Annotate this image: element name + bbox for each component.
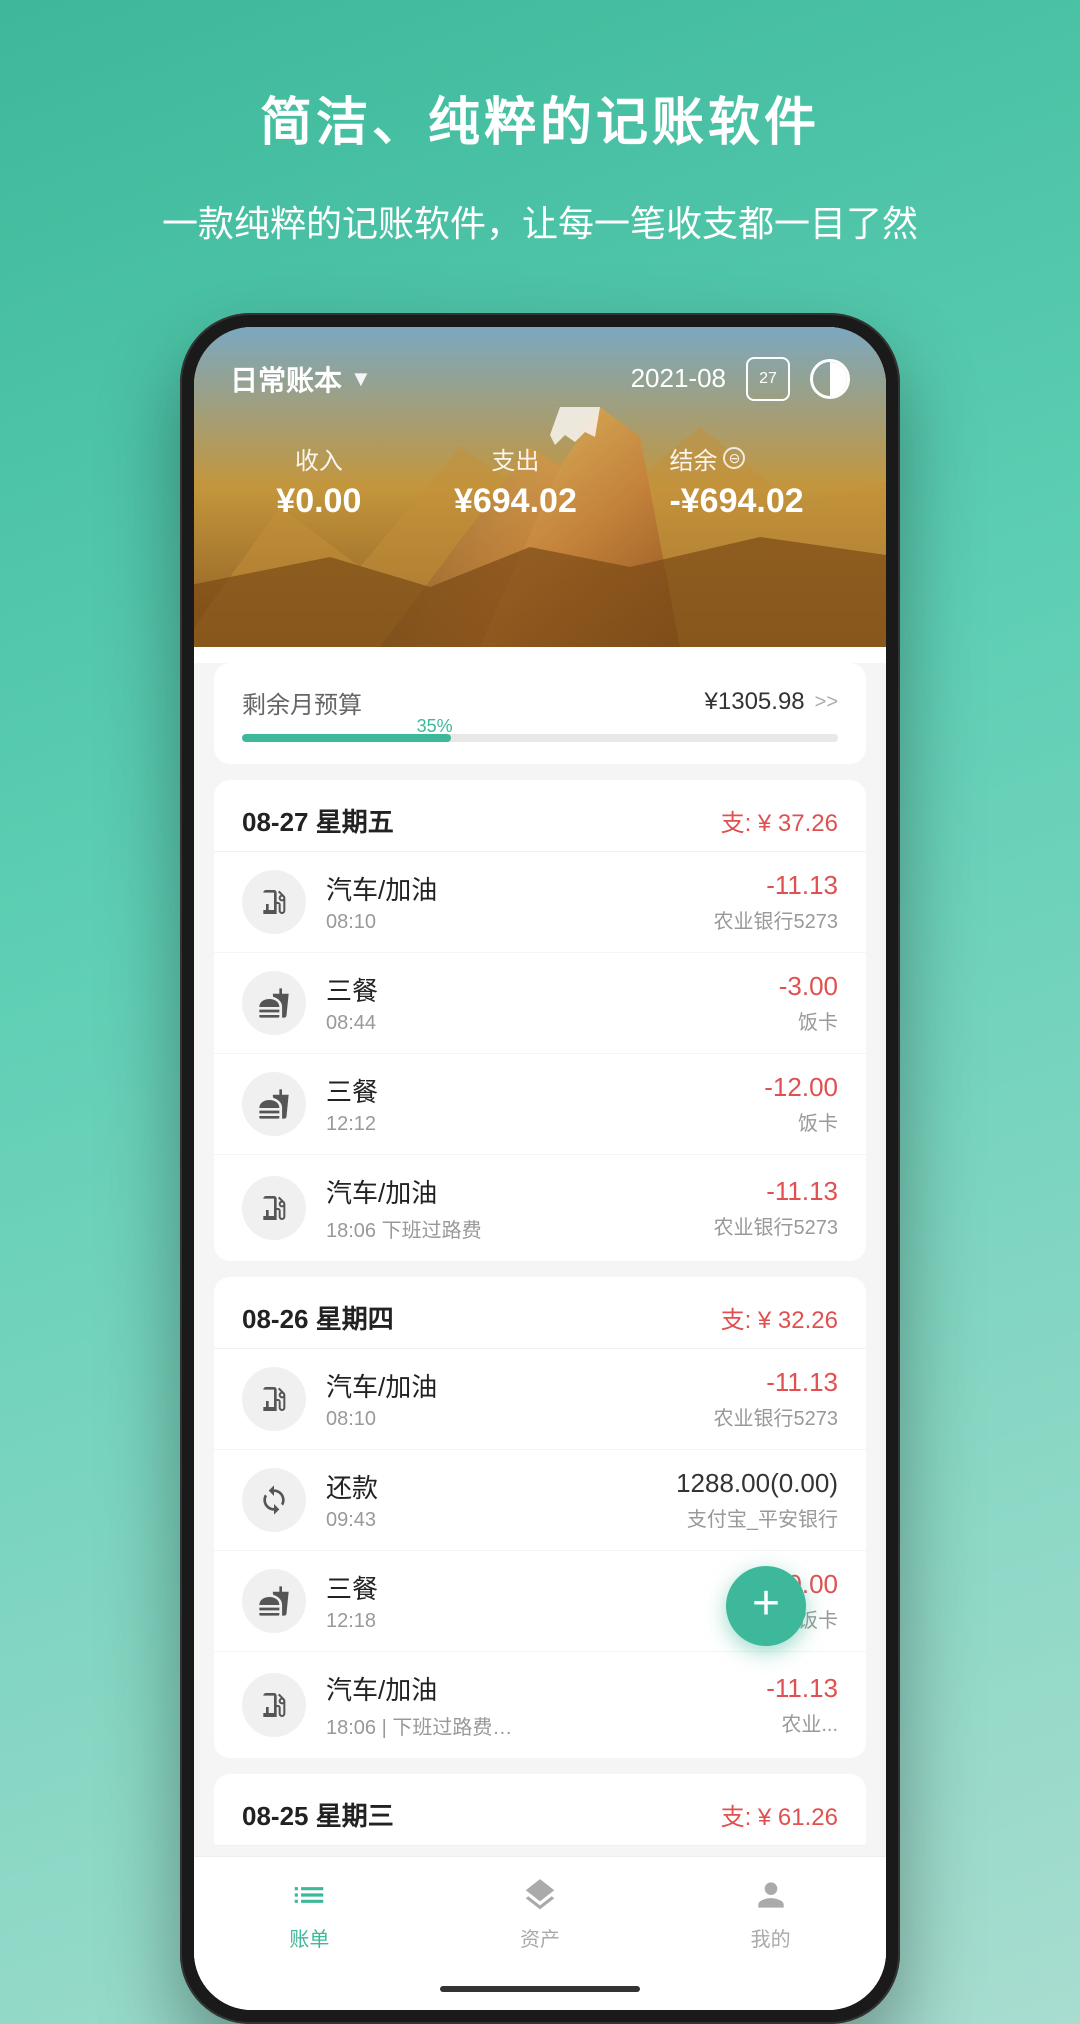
tx-info: 还款 09:43 [326, 1468, 676, 1532]
fuel-icon [242, 870, 306, 934]
day-total-2: 支: ¥ 61.26 [721, 1797, 838, 1832]
tx-info: 汽车/加油 18:06 | 下班过路费测试... . . . . . . . . [326, 1670, 766, 1740]
food-icon [242, 971, 306, 1035]
balance-info-icon: ⊖ [723, 447, 745, 469]
home-bar [440, 1986, 640, 1992]
layers-icon [518, 1873, 562, 1917]
fuel-icon [242, 1367, 306, 1431]
tx-right: -11.13 农业银行5273 [714, 1176, 839, 1240]
page-headline: 简洁、纯粹的记账软件 [260, 80, 820, 155]
day-label-2: 08-25 星期三 [242, 1796, 394, 1833]
transaction-item[interactable]: 汽车/加油 18:06 | 下班过路费测试... . . . . . . . .… [214, 1652, 866, 1758]
food-icon [242, 1072, 306, 1136]
screen-header: 日常账本 ▼ 2021-08 27 收入 [194, 327, 886, 647]
fuel-icon [242, 1176, 306, 1240]
budget-fill: 35% [242, 734, 451, 742]
budget-chevron: >> [815, 691, 838, 714]
tx-info: 三餐 08:44 [326, 971, 779, 1035]
nav-item-assets[interactable]: 资产 [425, 1873, 656, 1952]
phone-mockup: 日常账本 ▼ 2021-08 27 收入 [180, 313, 900, 2024]
transfer-icon [242, 1468, 306, 1532]
month-display: 2021-08 [631, 363, 726, 394]
transaction-item[interactable]: 三餐 12:12 -12.00 饭卡 [214, 1054, 866, 1155]
budget-percent: 35% [417, 716, 453, 737]
food-icon [242, 1569, 306, 1633]
add-transaction-button[interactable]: + [726, 1566, 806, 1646]
home-indicator [194, 1976, 886, 2010]
bottom-nav: 账单 资产 [194, 1856, 886, 1976]
day-header-1: 08-26 星期四 支: ¥ 32.26 [214, 1277, 866, 1349]
pie-chart-icon[interactable] [810, 359, 850, 399]
day-total-0: 支: ¥ 37.26 [721, 803, 838, 838]
account-dropdown-arrow: ▼ [350, 366, 372, 392]
account-name[interactable]: 日常账本 ▼ [230, 359, 372, 399]
list-icon [287, 1873, 331, 1917]
budget-bar: 35% [242, 734, 838, 742]
tx-right: 1288.00(0.00) 支付宝_平安银行 [676, 1468, 838, 1532]
transaction-group-2: 08-25 星期三 支: ¥ 61.26 [214, 1774, 866, 1846]
budget-card[interactable]: 剩余月预算 ¥1305.98 >> 35% [214, 663, 866, 764]
fuel-icon [242, 1673, 306, 1737]
transaction-item[interactable]: 汽车/加油 18:06 下班过路费 -11.13 农业银行5273 [214, 1155, 866, 1261]
tx-info: 汽车/加油 08:10 [326, 1367, 714, 1431]
nav-item-ledger[interactable]: 账单 [194, 1873, 425, 1952]
nav-item-profile[interactable]: 我的 [655, 1873, 886, 1952]
calendar-icon[interactable]: 27 [746, 357, 790, 401]
person-icon [749, 1873, 793, 1917]
nav-label-profile: 我的 [751, 1923, 791, 1952]
add-icon: + [752, 1580, 780, 1628]
day-header-2: 08-25 星期三 支: ¥ 61.26 [214, 1774, 866, 1846]
tx-info: 三餐 12:12 [326, 1072, 764, 1136]
tx-info: 汽车/加油 08:10 [326, 870, 714, 934]
transaction-item[interactable]: 汽车/加油 08:10 -11.13 农业银行5273 [214, 1349, 866, 1450]
phone-frame: 日常账本 ▼ 2021-08 27 收入 [180, 313, 900, 2024]
screen-body: 剩余月预算 ¥1305.98 >> 35% [194, 663, 886, 2010]
nav-label-ledger: 账单 [289, 1923, 329, 1952]
tx-right: -11.13 农业... [766, 1673, 838, 1737]
transaction-item[interactable]: 三餐 08:44 -3.00 饭卡 [214, 953, 866, 1054]
tx-right: -11.13 农业银行5273 [714, 1367, 839, 1431]
transaction-group-0: 08-27 星期五 支: ¥ 37.26 汽车/加油 08:10 [214, 780, 866, 1261]
header-overlay: 日常账本 ▼ 2021-08 27 收入 [194, 327, 886, 521]
phone-screen: 日常账本 ▼ 2021-08 27 收入 [194, 327, 886, 2010]
page-subtitle: 一款纯粹的记账软件，让每一笔收支都一目了然 [102, 195, 978, 253]
tx-right: -12.00 饭卡 [764, 1072, 838, 1136]
balance-stat: 结余 ⊖ -¥694.02 [669, 441, 803, 521]
tx-right: -11.13 农业银行5273 [714, 870, 839, 934]
day-total-1: 支: ¥ 32.26 [721, 1300, 838, 1335]
tx-info: 三餐 12:18 [326, 1569, 764, 1633]
day-header-0: 08-27 星期五 支: ¥ 37.26 [214, 780, 866, 852]
tx-right: -3.00 饭卡 [779, 971, 838, 1035]
day-label-0: 08-27 星期五 [242, 802, 394, 839]
transaction-item[interactable]: 汽车/加油 08:10 -11.13 农业银行5273 [214, 852, 866, 953]
expense-stat: 支出 ¥694.02 [454, 441, 577, 521]
tx-info: 汽车/加油 18:06 下班过路费 [326, 1173, 714, 1243]
stats-row: 收入 ¥0.00 支出 ¥694.02 结余 ⊖ -¥694 [230, 441, 850, 521]
income-stat: 收入 ¥0.00 [276, 441, 361, 521]
transaction-group-1: 08-26 星期四 支: ¥ 32.26 汽车/加油 08:10 [214, 1277, 866, 1758]
transaction-item[interactable]: 还款 09:43 1288.00(0.00) 支付宝_平安银行 [214, 1450, 866, 1551]
nav-label-assets: 资产 [520, 1923, 560, 1952]
day-label-1: 08-26 星期四 [242, 1299, 394, 1336]
budget-amount: ¥1305.98 >> [705, 688, 838, 716]
budget-label: 剩余月预算 [242, 685, 362, 720]
